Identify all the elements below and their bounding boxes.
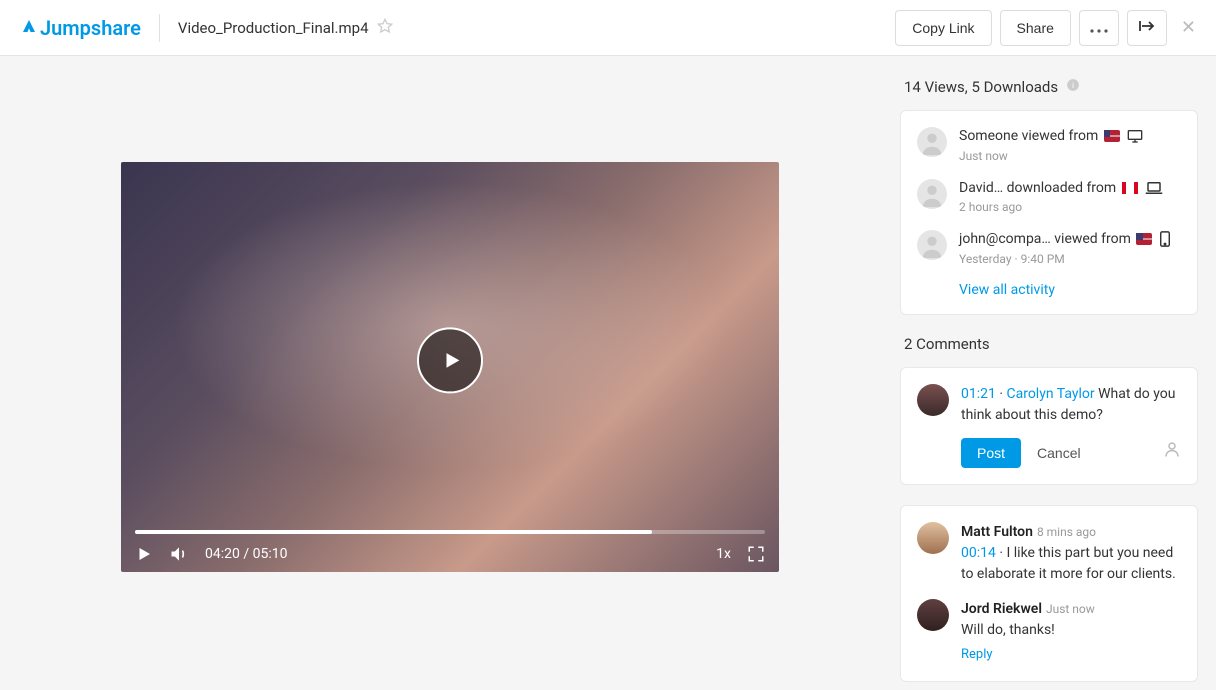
- filename: Video_Production_Final.mp4: [178, 19, 369, 37]
- avatar: [917, 127, 947, 157]
- speed-control[interactable]: 1x: [716, 546, 731, 562]
- activity-item: john@compa… viewed from Yesterday · 9:40…: [917, 230, 1181, 266]
- logo-text: Jumpshare: [40, 16, 141, 40]
- jumpshare-icon: [20, 16, 38, 40]
- copy-link-button[interactable]: Copy Link: [895, 10, 991, 46]
- arrow-right-icon: [1138, 19, 1156, 36]
- info-icon[interactable]: i: [1066, 78, 1080, 96]
- volume-icon[interactable]: [169, 544, 189, 564]
- cancel-button[interactable]: Cancel: [1037, 445, 1081, 461]
- comment-author: Matt Fulton: [961, 524, 1033, 540]
- comment: Jord Riekwel Just now Will do, thanks! Re…: [917, 599, 1181, 665]
- activity-time: Yesterday · 9:40 PM: [959, 252, 1170, 266]
- close-icon[interactable]: ✕: [1181, 17, 1196, 38]
- flag-us-icon: [1136, 233, 1152, 245]
- header: Jumpshare Video_Production_Final.mp4 Cop…: [0, 0, 1216, 56]
- activity-item: Someone viewed from Just now: [917, 127, 1181, 163]
- open-external-button[interactable]: [1127, 10, 1167, 46]
- sidebar: 14 Views, 5 Downloads i Someone viewed f…: [900, 56, 1216, 690]
- flag-us-icon: [1104, 130, 1120, 142]
- progress-bar[interactable]: [135, 530, 765, 534]
- video-player[interactable]: 04:20 / 05:10 1x: [121, 162, 779, 572]
- avatar: [917, 230, 947, 260]
- compose-panel: 01:21 · Carolyn Taylor What do you think…: [900, 367, 1198, 485]
- comment: Matt Fulton8 mins ago 00:14 · I like thi…: [917, 522, 1181, 585]
- avatar: [917, 179, 947, 209]
- avatar: [917, 522, 949, 554]
- desktop-icon: [1127, 129, 1143, 143]
- divider: [159, 14, 160, 42]
- avatar: [917, 599, 949, 631]
- player-area: 04:20 / 05:10 1x: [0, 56, 900, 690]
- ellipsis-icon: [1090, 20, 1108, 36]
- time-display: 04:20 / 05:10: [205, 546, 287, 562]
- play-button[interactable]: [417, 327, 483, 393]
- activity-time: 2 hours ago: [959, 200, 1163, 214]
- avatar: [917, 384, 949, 416]
- logo[interactable]: Jumpshare: [20, 16, 141, 40]
- comment-text: Will do, thanks!: [961, 620, 1181, 641]
- flag-ca-icon: [1122, 182, 1138, 194]
- comments-title: 2 Comments: [900, 335, 1198, 367]
- play-small-icon[interactable]: [135, 545, 153, 563]
- mobile-icon: [1160, 231, 1170, 247]
- more-menu-button[interactable]: [1079, 10, 1119, 46]
- fullscreen-icon[interactable]: [747, 545, 765, 563]
- svg-text:i: i: [1072, 81, 1074, 90]
- activity-time: Just now: [959, 149, 1143, 163]
- star-icon[interactable]: [377, 18, 393, 38]
- view-all-activity-link[interactable]: View all activity: [959, 282, 1181, 298]
- player-controls: 04:20 / 05:10 1x: [121, 516, 779, 572]
- activity-item: David… downloaded from 2 hours ago: [917, 179, 1181, 215]
- comment-author: Jord Riekwel: [961, 601, 1042, 617]
- activity-panel: Someone viewed from Just now David… down…: [900, 110, 1198, 315]
- post-button[interactable]: Post: [961, 438, 1021, 468]
- reply-link[interactable]: Reply: [961, 645, 993, 665]
- laptop-icon: [1145, 181, 1163, 195]
- comments-panel: Matt Fulton8 mins ago 00:14 · I like thi…: [900, 505, 1198, 682]
- author-link[interactable]: Carolyn Taylor: [1006, 386, 1094, 402]
- timestamp-link[interactable]: 00:14: [961, 545, 996, 561]
- play-icon: [441, 349, 463, 371]
- timestamp-link[interactable]: 01:21: [961, 386, 996, 402]
- comment-meta: Just now: [1046, 602, 1095, 616]
- stats-line: 14 Views, 5 Downloads i: [900, 78, 1198, 110]
- mention-icon[interactable]: [1163, 440, 1181, 465]
- share-button[interactable]: Share: [1000, 10, 1071, 46]
- comment-meta: 8 mins ago: [1037, 525, 1096, 539]
